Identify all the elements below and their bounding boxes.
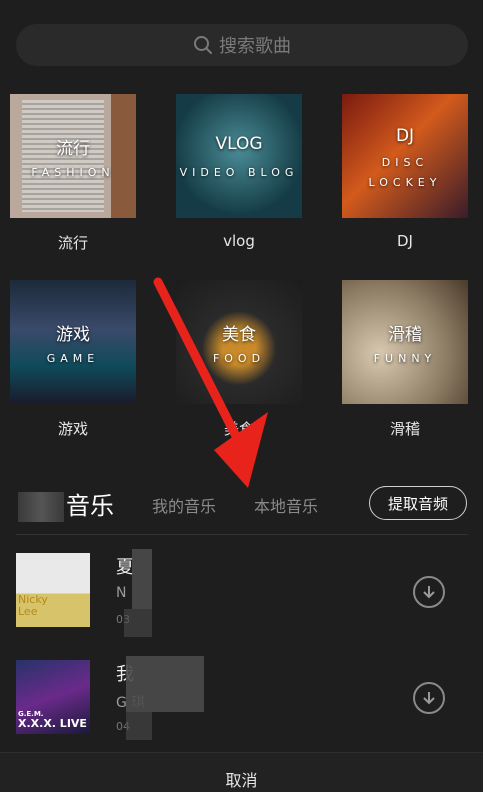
- tab-main-label: 音乐: [66, 492, 114, 520]
- category-cover-subtitle: VIDEO BLOG: [179, 166, 299, 179]
- song-cover: G.E.M. X.X.X. LIVE: [16, 660, 90, 734]
- blurred-region: [18, 492, 64, 522]
- category-cover-subtitle: DISC: [381, 156, 429, 169]
- song-artist: N: [116, 585, 127, 601]
- download-button[interactable]: [413, 576, 445, 608]
- search-icon: [194, 36, 212, 54]
- category-label: 滑稽: [389, 420, 420, 438]
- category-cover-subtitle: FOOD: [212, 352, 266, 365]
- category-cover-title: 游戏: [56, 325, 90, 345]
- tab-my-music[interactable]: 我的音乐: [152, 493, 216, 517]
- tab-recommended-music[interactable]: 音乐: [18, 486, 114, 522]
- cover-text: Lee: [18, 605, 38, 618]
- category-dj[interactable]: DJ DISC LOCKEY DJ: [342, 94, 472, 250]
- category-label: DJ: [397, 232, 413, 250]
- blurred-region: [126, 712, 152, 740]
- page-indicator: [226, 456, 256, 462]
- cover-text: X.X.X. LIVE: [18, 717, 87, 730]
- cancel-bar: 取消: [0, 752, 483, 792]
- category-food[interactable]: 美食 FOOD 美食: [176, 280, 306, 439]
- page-dot-active: [232, 456, 238, 462]
- category-label: 游戏: [57, 420, 88, 438]
- page-dot: [244, 456, 250, 462]
- category-cover-subtitle: GAME: [46, 352, 100, 365]
- category-cover: 滑稽 FUNNY: [342, 280, 468, 404]
- category-cover-title: DJ: [395, 126, 415, 146]
- tab-local-music[interactable]: 本地音乐: [254, 493, 318, 517]
- category-cover-subtitle: FUNNY: [373, 352, 437, 365]
- music-tabs: 音乐 我的音乐 本地音乐 提取音频: [0, 484, 483, 524]
- blurred-region: [132, 549, 152, 609]
- cancel-button[interactable]: 取消: [0, 767, 483, 791]
- category-cover: 流行 FASHION: [10, 94, 136, 218]
- category-cover-subtitle-2: LOCKEY: [368, 176, 442, 189]
- category-label: 美食: [223, 420, 254, 438]
- category-label: vlog: [223, 232, 255, 250]
- category-vlog[interactable]: VLOG VIDEO BLOG vlog: [176, 94, 306, 250]
- blurred-region: [126, 656, 204, 712]
- song-cover: Nicky Lee: [16, 553, 90, 627]
- category-cover: 游戏 GAME: [10, 280, 136, 404]
- extract-audio-button[interactable]: 提取音频: [369, 486, 467, 520]
- category-fashion[interactable]: 流行 FASHION 流行: [10, 94, 140, 253]
- category-game[interactable]: 游戏 GAME 游戏: [10, 280, 140, 439]
- category-cover-title: VLOG: [215, 134, 263, 154]
- blurred-region: [124, 609, 152, 637]
- category-cover-title: 流行: [56, 139, 90, 159]
- download-icon: [423, 586, 435, 599]
- download-icon: [423, 692, 435, 705]
- search-placeholder: 搜索歌曲: [219, 36, 291, 57]
- cover-text: Nicky: [18, 593, 48, 606]
- song-row[interactable]: G.E.M. X.X.X. LIVE 我 G 琪 04: [0, 656, 483, 740]
- search-bar[interactable]: 搜索歌曲: [16, 24, 468, 66]
- category-cover-title: 滑稽: [388, 325, 422, 345]
- category-cover: 美食 FOOD: [176, 280, 302, 404]
- download-button[interactable]: [413, 682, 445, 714]
- category-cover: DJ DISC LOCKEY: [342, 94, 468, 218]
- category-cover-subtitle: FASHION: [31, 166, 115, 179]
- song-row[interactable]: Nicky Lee 夏 N 03: [0, 549, 483, 637]
- divider: [16, 534, 468, 535]
- category-label: 流行: [57, 234, 88, 252]
- category-funny[interactable]: 滑稽 FUNNY 滑稽: [342, 280, 472, 439]
- category-cover-title: 美食: [222, 325, 256, 345]
- category-cover: VLOG VIDEO BLOG: [176, 94, 302, 218]
